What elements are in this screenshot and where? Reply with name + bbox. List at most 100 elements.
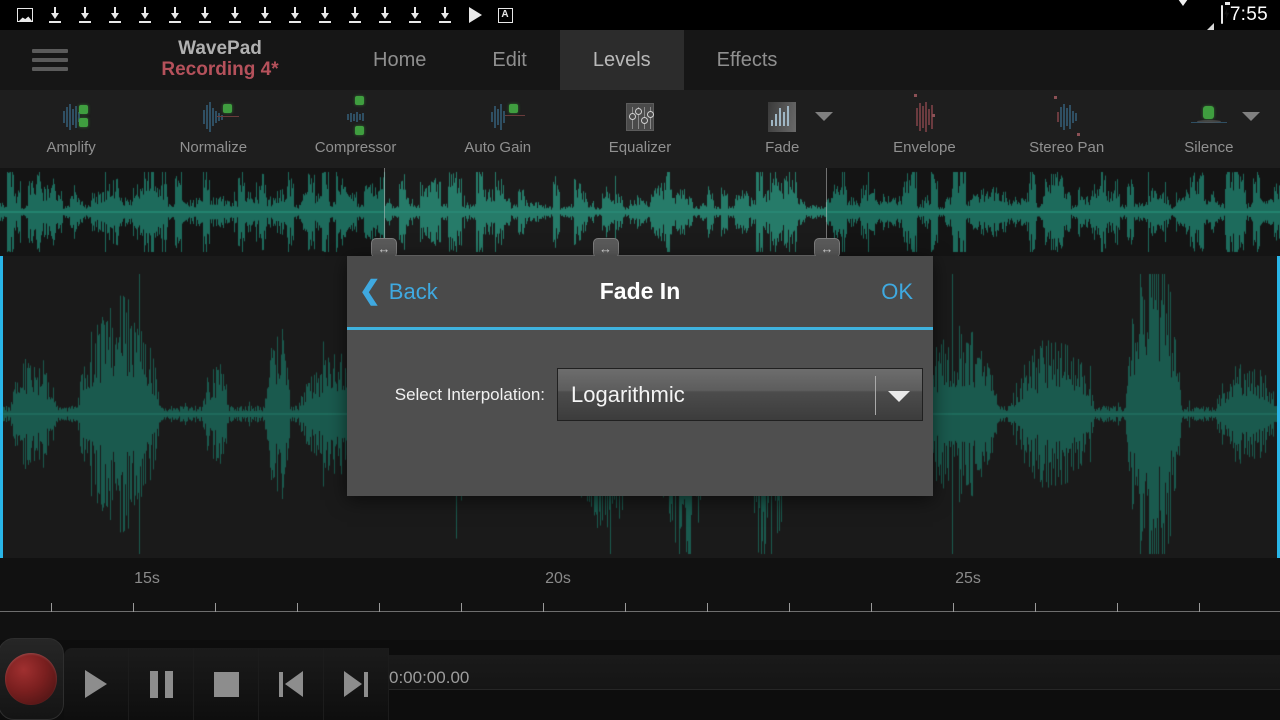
timeline-tick [953, 603, 954, 612]
timeline-tick [1117, 603, 1118, 612]
timecode-panel [370, 655, 1280, 690]
stop-icon [214, 672, 239, 697]
app-name: WavePad [178, 39, 262, 60]
skip-next-button[interactable] [324, 648, 389, 720]
toolbar-label: Silence [1184, 139, 1233, 156]
timeline-label: 15s [134, 570, 160, 588]
timeline-tick [543, 603, 544, 612]
download-icon [370, 4, 400, 26]
download-icon [130, 4, 160, 26]
interpolation-select[interactable]: Logarithmic [557, 368, 923, 421]
amplify-icon [63, 96, 80, 138]
play-store-icon [460, 4, 490, 26]
hamburger-icon[interactable] [0, 30, 100, 90]
tab-bar: Home Edit Levels Effects [340, 30, 810, 90]
download-icon [340, 4, 370, 26]
toolbar-label: Compressor [315, 139, 397, 156]
download-icon [100, 4, 130, 26]
download-icon [400, 4, 430, 26]
a-badge-icon: A [490, 4, 520, 26]
fade-icon [768, 96, 796, 138]
tab-levels[interactable]: Levels [560, 30, 684, 90]
timeline-tick [1199, 603, 1200, 612]
timecode-display: 0:00:00.00 [389, 668, 469, 688]
timeline-label: 25s [955, 570, 981, 588]
select-divider [875, 376, 876, 415]
status-bar-clock: 7:55 [1230, 4, 1268, 26]
download-icon [310, 4, 340, 26]
selection-handle-right[interactable]: ↔ [814, 238, 840, 258]
timeline-tick [461, 603, 462, 612]
timeline-tick [625, 603, 626, 612]
toolbar-item-auto-gain[interactable]: Auto Gain [427, 90, 569, 168]
tab-edit[interactable]: Edit [459, 30, 559, 90]
download-icon [280, 4, 310, 26]
app-top-bar: WavePad Recording 4* Home Edit Levels Ef… [0, 30, 1280, 90]
toolbar-item-fade[interactable]: Fade [711, 90, 853, 168]
chevron-down-icon[interactable] [815, 112, 833, 121]
compressor-icon [347, 96, 364, 138]
dialog-title: Fade In [347, 278, 933, 305]
battery-charging-icon [1221, 6, 1223, 24]
image-icon [10, 4, 40, 26]
overview-waveform-canvas [0, 168, 1280, 256]
toolbar-item-envelope[interactable]: Envelope [853, 90, 995, 168]
timeline-ruler[interactable]: 15s 20s 25s [0, 558, 1280, 640]
waveform-overview-strip[interactable] [0, 168, 1280, 256]
download-icon [250, 4, 280, 26]
play-icon [85, 670, 107, 698]
chevron-down-icon [888, 391, 910, 402]
tab-effects[interactable]: Effects [684, 30, 811, 90]
auto-gain-icon [491, 96, 505, 138]
timeline-tick [1035, 603, 1036, 612]
selection-handle-left[interactable]: ↔ [371, 238, 397, 258]
toolbar-item-compressor[interactable]: Compressor [284, 90, 426, 168]
tab-home[interactable]: Home [340, 30, 459, 90]
dialog-header: ❮ Back Fade In OK [347, 256, 933, 330]
toolbar-item-stereo-pan[interactable]: Stereo Pan [996, 90, 1138, 168]
timeline-tick [133, 603, 134, 612]
android-status-bar: A 7:55 [0, 0, 1280, 30]
toolbar-label: Envelope [893, 139, 956, 156]
levels-effects-toolbar: Amplify Normalize Compressor [0, 90, 1280, 168]
stop-button[interactable] [194, 648, 259, 720]
toolbar-label: Amplify [47, 139, 96, 156]
interpolation-label: Select Interpolation: [347, 385, 557, 405]
skip-next-icon [344, 671, 368, 697]
app-title-block: WavePad Recording 4* [100, 30, 340, 90]
skip-previous-button[interactable] [259, 648, 324, 720]
fade-in-dialog: ❮ Back Fade In OK Select Interpolation: … [347, 256, 933, 496]
timeline-tick [297, 603, 298, 612]
download-icon [40, 4, 70, 26]
toolbar-item-amplify[interactable]: Amplify [0, 90, 142, 168]
normalize-icon [203, 96, 223, 138]
timeline-label: 20s [545, 570, 571, 588]
playhead-cursor-left[interactable] [0, 256, 3, 558]
equalizer-icon [626, 96, 654, 138]
interpolation-value: Logarithmic [558, 382, 685, 408]
status-bar-system-icons: 7:55 [1173, 4, 1280, 26]
toolbar-label: Equalizer [609, 139, 672, 156]
stereo-pan-icon [1057, 96, 1077, 138]
selection-handle-middle[interactable]: ↔ [593, 238, 619, 258]
record-button[interactable] [0, 638, 64, 720]
chevron-down-icon[interactable] [1242, 112, 1260, 121]
timeline-tick [51, 603, 52, 612]
download-icon [190, 4, 220, 26]
toolbar-item-equalizer[interactable]: Equalizer [569, 90, 711, 168]
download-icon [220, 4, 250, 26]
pause-button[interactable] [129, 648, 194, 720]
pause-icon [150, 671, 173, 698]
silence-icon [1189, 96, 1229, 138]
timeline-tick [379, 603, 380, 612]
play-button[interactable] [64, 648, 129, 720]
file-name: Recording 4* [161, 60, 278, 81]
toolbar-item-silence[interactable]: Silence [1138, 90, 1280, 168]
timeline-tick [707, 603, 708, 612]
toolbar-label: Auto Gain [464, 139, 531, 156]
timeline-tick [215, 603, 216, 612]
toolbar-item-normalize[interactable]: Normalize [142, 90, 284, 168]
dialog-body: Select Interpolation: Logarithmic [347, 330, 933, 421]
record-icon [5, 653, 57, 705]
transport-buttons [64, 648, 389, 720]
